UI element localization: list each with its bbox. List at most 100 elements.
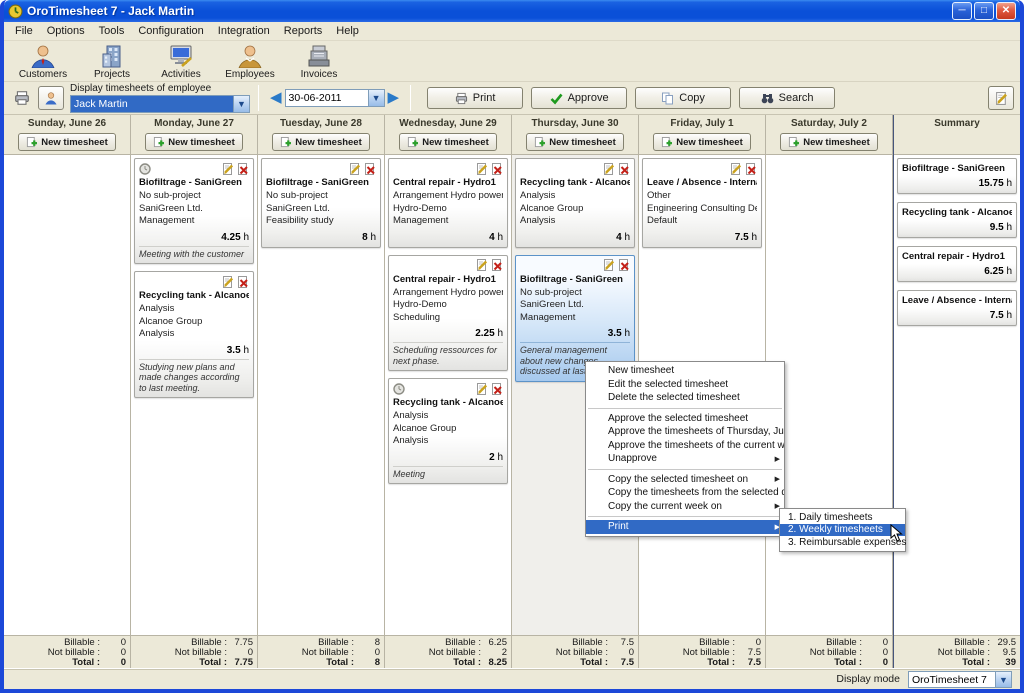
employee-picker-button[interactable] [38,86,64,110]
menu-file[interactable]: File [8,23,40,39]
timesheet-card[interactable]: Leave / Absence - Internal Pr Other Engi… [642,158,762,248]
submenu-item-reimbursable-expenses[interactable]: 3. Reimbursable expenses [780,536,905,549]
window-title: OroTimesheet 7 - Jack Martin [27,4,952,18]
chevron-down-icon[interactable]: ▼ [995,672,1011,687]
menu-integration[interactable]: Integration [211,23,277,39]
invoices-button[interactable]: Invoices [288,43,350,80]
submenu-item-daily-timesheets[interactable]: 1. Daily timesheets [780,511,905,524]
edit-timesheet-icon[interactable] [603,163,615,175]
menu-item-approve-day[interactable]: Approve the timesheets of Thursday, June… [586,425,784,439]
menu-item-edit-timesheet[interactable]: Edit the selected timesheet [586,378,784,392]
delete-timesheet-icon[interactable] [618,259,630,271]
maximize-button[interactable]: □ [974,2,994,20]
edit-timesheet-icon[interactable] [222,163,234,175]
copy-button[interactable]: Copy [635,87,731,109]
print-button[interactable]: Print [427,87,523,109]
employees-icon [237,44,263,68]
menu-item-unapprove[interactable]: Unapprove▶ [586,452,784,466]
minimize-button[interactable]: ─ [952,2,972,20]
activities-button[interactable]: Activities [150,43,212,80]
edit-timesheet-icon[interactable] [476,383,488,395]
day-body[interactable]: Central repair - Hydro1 Arrangement Hydr… [385,155,511,635]
menu-tools[interactable]: Tools [92,23,132,39]
menu-configuration[interactable]: Configuration [131,23,210,39]
delete-timesheet-icon[interactable] [491,163,503,175]
calendar-grid: Sunday, June 26 New timesheet Billable :… [4,115,1020,668]
day-header: Saturday, July 2 [766,115,892,133]
menu-item-approve-selected[interactable]: Approve the selected timesheet [586,412,784,426]
edit-timesheet-icon[interactable] [349,163,361,175]
projects-icon [99,44,125,68]
menu-help[interactable]: Help [329,23,366,39]
menu-separator [588,469,782,470]
delete-timesheet-icon[interactable] [618,163,630,175]
delete-timesheet-icon[interactable] [237,276,249,288]
new-timesheet-button[interactable]: New timesheet [526,133,624,151]
edit-timesheet-icon[interactable] [603,259,615,271]
menu-item-copy-from-date-on[interactable]: Copy the timesheets from the selected da… [586,486,784,500]
menu-item-copy-week-on[interactable]: Copy the current week on▶ [586,500,784,514]
menu-item-copy-selected-on[interactable]: Copy the selected timesheet on▶ [586,473,784,487]
card-hours: 2.25 h [393,328,503,339]
close-button[interactable]: ✕ [996,2,1016,20]
menu-item-new-timesheet[interactable]: New timesheet [586,364,784,378]
day-header: Sunday, June 26 [4,115,130,133]
search-button[interactable]: Search [739,87,835,109]
new-timesheet-button[interactable]: New timesheet [145,133,243,151]
new-timesheet-button[interactable]: New timesheet [18,133,116,151]
printer-small-icon [10,87,34,109]
timesheet-card[interactable]: Central repair - Hydro1 Arrangement Hydr… [388,255,508,372]
delete-timesheet-icon[interactable] [237,163,249,175]
timesheet-card[interactable]: Recycling tank - Alcanoe Analysis Alcano… [515,158,635,248]
date-select[interactable]: 30-06-2011 ▼ [285,89,385,107]
chevron-down-icon[interactable]: ▼ [368,90,384,106]
card-hours: 4 h [393,232,503,243]
edit-timesheet-icon[interactable] [730,163,742,175]
delete-timesheet-icon[interactable] [745,163,757,175]
menu-item-approve-week[interactable]: Approve the timesheets of the current we… [586,439,784,453]
binoculars-icon [761,92,774,105]
card-hours: 8 h [266,232,376,243]
menu-reports[interactable]: Reports [277,23,330,39]
timesheet-card[interactable]: Recycling tank - Alcanoe Analysis Alcano… [388,378,508,484]
card-title: Biofiltrage - SaniGreen [266,177,376,188]
menu-options[interactable]: Options [40,23,92,39]
edit-timesheet-icon[interactable] [476,163,488,175]
menu-item-print[interactable]: Print▶ [586,520,784,534]
customers-button[interactable]: Customers [12,43,74,80]
approve-button[interactable]: Approve [531,87,627,109]
next-date-button[interactable]: ▶ [385,89,403,107]
previous-date-button[interactable]: ◀ [267,89,285,107]
summary-card: Central repair - Hydro1 6.25 h [897,246,1017,282]
timesheet-card[interactable]: Biofiltrage - SaniGreen No sub-project S… [134,158,254,264]
timesheet-card[interactable]: Central repair - Hydro1 Arrangement Hydr… [388,158,508,248]
employees-button[interactable]: Employees [219,43,281,80]
delete-timesheet-icon[interactable] [491,383,503,395]
new-timesheet-button[interactable]: New timesheet [780,133,878,151]
day-body[interactable]: Biofiltrage - SaniGreen No sub-project S… [258,155,384,635]
new-timesheet-button[interactable]: New timesheet [399,133,497,151]
chevron-down-icon[interactable]: ▼ [233,96,249,112]
menu-item-delete-timesheet[interactable]: Delete the selected timesheet [586,391,784,405]
card-title: Central repair - Hydro1 [393,274,503,285]
submenu-item-weekly-timesheets[interactable]: 2. Weekly timesheets [780,524,905,537]
employee-select[interactable]: Jack Martin ▼ [70,95,250,113]
day-body[interactable]: Biofiltrage - SaniGreen No sub-project S… [131,155,257,635]
card-note: Meeting [393,466,503,480]
new-timesheet-button[interactable]: New timesheet [272,133,370,151]
new-timesheet-button[interactable]: New timesheet [653,133,751,151]
timesheet-card[interactable]: Recycling tank - Alcanoe Analysis Alcano… [134,271,254,398]
display-mode-select[interactable]: OroTimesheet 7 ▼ [908,671,1012,688]
day-body[interactable] [4,155,130,635]
edit-timesheet-icon[interactable] [222,276,234,288]
day-header: Wednesday, June 29 [385,115,511,133]
report-button[interactable] [988,86,1014,110]
edit-timesheet-icon[interactable] [476,259,488,271]
projects-button[interactable]: Projects [81,43,143,80]
summary-card: Biofiltrage - SaniGreen 15.75 h [897,158,1017,194]
timesheet-card[interactable]: Biofiltrage - SaniGreen No sub-project S… [261,158,381,248]
day-totals: Billable :0 Not billable :7.5 Total :7.5 [639,635,765,668]
delete-timesheet-icon[interactable] [364,163,376,175]
delete-timesheet-icon[interactable] [491,259,503,271]
card-hours: 3.5 h [139,345,249,356]
